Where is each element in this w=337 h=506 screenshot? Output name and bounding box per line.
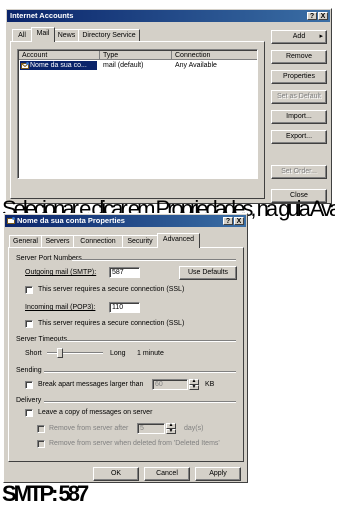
outgoing-mail-label: Outgoing mail (SMTP): [25, 269, 97, 276]
timeout-long-label: Long [110, 350, 126, 357]
import-button[interactable]: Import... [271, 110, 327, 124]
close-icon[interactable]: X [234, 217, 244, 225]
days-spinner[interactable]: ▲ ▼ [166, 423, 176, 434]
account-connection-cell: Any Available [175, 62, 217, 69]
arrow-right-icon: ▸ [319, 33, 323, 40]
divider [60, 340, 236, 342]
message-size-input[interactable]: 60 [152, 379, 188, 390]
tab-mail[interactable]: Mail [31, 27, 55, 42]
days-unit-label: day(s) [184, 425, 204, 432]
column-header-account[interactable]: Account [19, 51, 100, 60]
break-apart-label: Break apart messages larger than [38, 381, 144, 388]
remove-deleted-label: Remove from server when deleted from 'De… [49, 440, 220, 447]
table-row[interactable]: Nome da sua co... mail (default) Any Ava… [19, 61, 257, 70]
add-label: Add [292, 33, 306, 40]
column-header-connection[interactable]: Connection [172, 51, 257, 60]
server-timeout-slider[interactable] [47, 348, 103, 358]
smtp-ssl-label: This server requires a secure connection… [38, 286, 185, 293]
leave-copy-label: Leave a copy of messages on server [38, 409, 153, 416]
ok-button[interactable]: OK [93, 467, 139, 481]
remove-after-label: Remove from server after [49, 425, 129, 432]
set-order-button[interactable]: Set Order... [271, 165, 327, 179]
delivery-label: Delivery [16, 397, 42, 404]
close-icon[interactable]: X [318, 12, 328, 20]
pop3-port-input[interactable]: 110 [109, 302, 140, 313]
days-input[interactable]: 5 [137, 423, 165, 434]
help-button[interactable]: ? [307, 12, 317, 20]
properties-titlebar: Nome da sua conta Properties ? X [5, 215, 246, 227]
accounts-titlebar: Internet Accounts ? X [7, 10, 330, 22]
accounts-title: Internet Accounts [10, 11, 74, 20]
sending-label: Sending [16, 367, 42, 374]
leave-copy-checkbox[interactable] [25, 409, 33, 417]
slider-track [47, 352, 103, 354]
divider [44, 401, 236, 403]
account-type-cell: mail (default) [103, 62, 144, 69]
pop3-ssl-label: This server requires a secure connection… [38, 320, 185, 327]
properties-button[interactable]: Properties [271, 70, 327, 84]
size-unit-label: KB [205, 381, 215, 388]
spin-down-icon[interactable]: ▼ [189, 384, 199, 390]
incoming-mail-label: Incoming mail (POP3): [25, 304, 96, 311]
smtp-port-input[interactable]: 587 [109, 267, 140, 278]
column-header-type[interactable]: Type [100, 51, 172, 60]
cancel-button[interactable]: Cancel [144, 467, 190, 481]
slider-thumb[interactable] [57, 348, 63, 358]
tab-advanced[interactable]: Advanced [157, 233, 200, 248]
divider [44, 371, 236, 373]
overlay-bottom-text: SMTP: 587 [2, 481, 89, 506]
internet-accounts-window: Internet Accounts ? X All Mail News Dire… [5, 8, 332, 204]
add-button[interactable]: Add ▸ [271, 30, 327, 44]
spin-down-icon[interactable]: ▼ [166, 428, 176, 434]
break-apart-checkbox[interactable] [25, 381, 33, 389]
account-properties-dialog: Nome da sua conta Properties ? X General… [3, 213, 248, 483]
timeout-value: 1 minute [137, 350, 164, 357]
mail-account-icon [21, 62, 29, 69]
divider [72, 259, 236, 261]
help-button[interactable]: ? [223, 217, 233, 225]
remove-button[interactable]: Remove [271, 50, 327, 64]
remove-deleted-checkbox[interactable] [37, 440, 45, 448]
accounts-list[interactable]: Account Type Connection Nome da sua co..… [17, 49, 258, 179]
pop3-ssl-checkbox[interactable] [25, 320, 33, 328]
set-as-default-button[interactable]: Set as Default [271, 90, 327, 104]
properties-title: Nome da sua conta Properties [17, 216, 125, 225]
apply-button[interactable]: Apply [195, 467, 241, 481]
account-name-cell: Nome da sua co... [30, 62, 87, 69]
timeout-short-label: Short [25, 350, 42, 357]
remove-after-checkbox[interactable] [37, 425, 45, 433]
export-button[interactable]: Export... [271, 130, 327, 144]
mail-account-icon [7, 217, 15, 224]
smtp-ssl-checkbox[interactable] [25, 286, 33, 294]
use-defaults-button[interactable]: Use Defaults [179, 266, 237, 280]
size-spinner[interactable]: ▲ ▼ [189, 379, 199, 390]
